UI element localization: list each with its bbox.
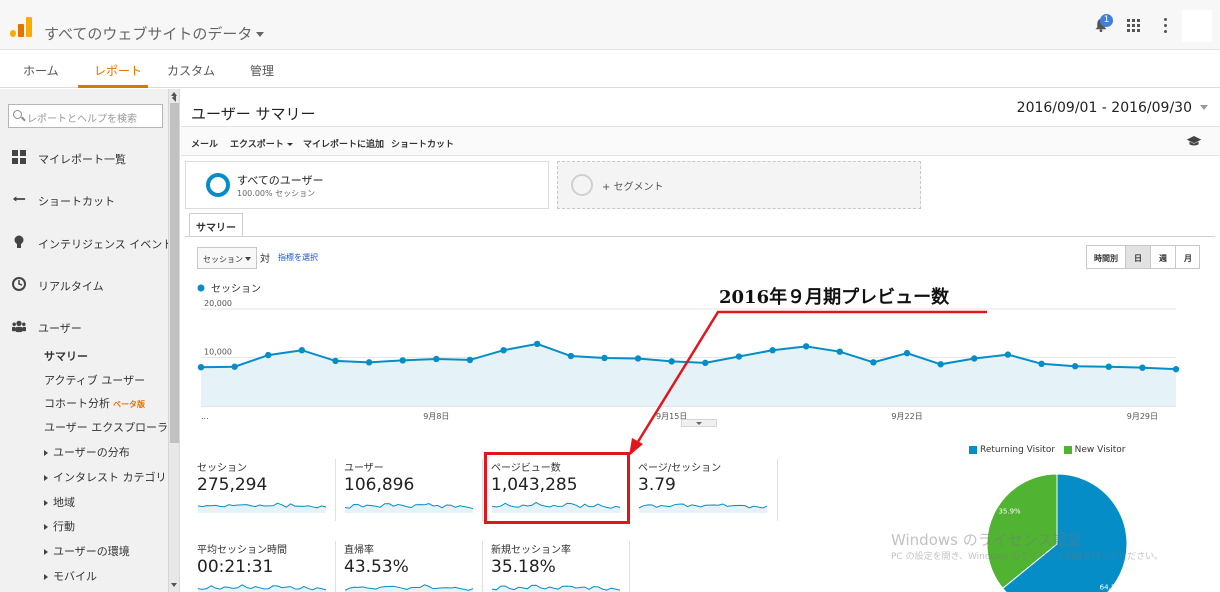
collapse-sidebar-icon[interactable] xyxy=(172,94,176,102)
analytics-window: すべてのウェブサイトのデータ 1 ホーム レポート カスタム 管理 レポートとヘ… xyxy=(0,0,1220,592)
more-vert-icon[interactable] xyxy=(1164,18,1168,34)
sidebar-subitem-interests[interactable]: インタレスト カテゴリ xyxy=(44,469,167,485)
sidebar-item-my-reports[interactable]: マイレポート一覧 xyxy=(0,143,168,173)
sidebar-scrollbar[interactable] xyxy=(168,89,179,592)
sidebar-subitem-label: モバイル xyxy=(53,570,97,583)
scroll-down-icon[interactable] xyxy=(171,583,177,587)
active-tab-indicator xyxy=(78,85,148,88)
annotation-arrowhead xyxy=(629,438,643,456)
shortcut-icon xyxy=(12,196,26,202)
nav-tabs: ホーム レポート カスタム 管理 xyxy=(0,50,1220,88)
sidebar-subitem-user-explorer[interactable]: ユーザー エクスプローラ xyxy=(44,419,168,435)
search-placeholder: レポートとヘルプを検索 xyxy=(27,114,137,125)
tab-reports[interactable]: レポート xyxy=(94,62,142,79)
lightbulb-icon xyxy=(14,235,24,248)
sidebar-subitem-label: ユーザーの分布 xyxy=(53,446,130,459)
tab-custom[interactable]: カスタム xyxy=(167,62,215,79)
sidebar-subitem-technology[interactable]: ユーザーの環境 xyxy=(44,543,130,559)
sidebar-item-label: ユーザー xyxy=(38,322,82,335)
expand-triangle-icon xyxy=(44,549,48,555)
annotation-arrow xyxy=(629,310,987,456)
sidebar: レポートとヘルプを検索 マイレポート一覧 ショートカット インテリジェンス イベ… xyxy=(0,89,180,592)
sidebar-item-intelligence[interactable]: インテリジェンス イベント xyxy=(0,228,173,258)
beta-badge: ベータ版 xyxy=(113,400,145,409)
main-content: ユーザー サマリー 2016/09/01 - 2016/09/30 メール エク… xyxy=(181,89,1220,592)
notification-badge: 1 xyxy=(1100,14,1113,27)
scrollbar-thumb[interactable] xyxy=(170,103,179,443)
sidebar-item-label: ショートカット xyxy=(38,195,115,208)
chevron-down-icon xyxy=(256,32,265,37)
sidebar-item-label: インテリジェンス イベント xyxy=(38,238,174,251)
expand-triangle-icon xyxy=(44,450,48,456)
sidebar-subitem-label: 地域 xyxy=(53,496,75,509)
annotation-arrow-line xyxy=(634,310,987,446)
expand-triangle-icon xyxy=(44,500,48,506)
expand-triangle-icon xyxy=(44,475,48,481)
sidebar-item-realtime[interactable]: リアルタイム xyxy=(0,270,168,300)
apps-grid-icon[interactable] xyxy=(1127,19,1141,33)
sidebar-subitem-demographics[interactable]: ユーザーの分布 xyxy=(44,444,130,460)
search-input[interactable]: レポートとヘルプを検索 xyxy=(8,104,163,128)
analytics-logo-icon[interactable] xyxy=(10,17,32,37)
sidebar-subitem-geo[interactable]: 地域 xyxy=(44,494,75,510)
sidebar-subitem-label: 行動 xyxy=(53,520,75,533)
expand-triangle-icon xyxy=(44,524,48,530)
sidebar-item-label: リアルタイム xyxy=(38,280,104,293)
sidebar-subitem-behavior[interactable]: 行動 xyxy=(44,518,75,534)
sidebar-subitem-label: ユーザーの環境 xyxy=(53,545,130,558)
clock-icon xyxy=(12,277,26,291)
users-icon xyxy=(12,320,26,333)
tab-admin[interactable]: 管理 xyxy=(250,62,274,79)
sidebar-subitem-overview[interactable]: サマリー xyxy=(44,348,88,364)
grid-icon xyxy=(12,150,26,164)
sidebar-item-label: マイレポート一覧 xyxy=(38,153,126,166)
sidebar-subitem-active-users[interactable]: アクティブ ユーザー xyxy=(44,372,145,388)
avatar[interactable] xyxy=(1182,10,1212,42)
search-icon xyxy=(13,110,22,119)
sidebar-subitem-mobile[interactable]: モバイル xyxy=(44,568,97,584)
cohort-label: コホート分析 xyxy=(44,397,110,410)
property-selector[interactable]: すべてのウェブサイトのデータ xyxy=(44,23,265,44)
sidebar-subitem-label: インタレスト カテゴリ xyxy=(53,471,167,484)
sidebar-item-audience[interactable]: ユーザー xyxy=(0,312,168,342)
top-bar: すべてのウェブサイトのデータ 1 xyxy=(0,0,1220,50)
property-title: すべてのウェブサイトのデータ xyxy=(44,25,253,43)
sidebar-subitem-cohort[interactable]: コホート分析 ベータ版 xyxy=(44,395,145,411)
tab-home[interactable]: ホーム xyxy=(23,62,59,79)
expand-triangle-icon xyxy=(44,574,48,580)
sidebar-item-shortcuts[interactable]: ショートカット xyxy=(0,185,168,215)
